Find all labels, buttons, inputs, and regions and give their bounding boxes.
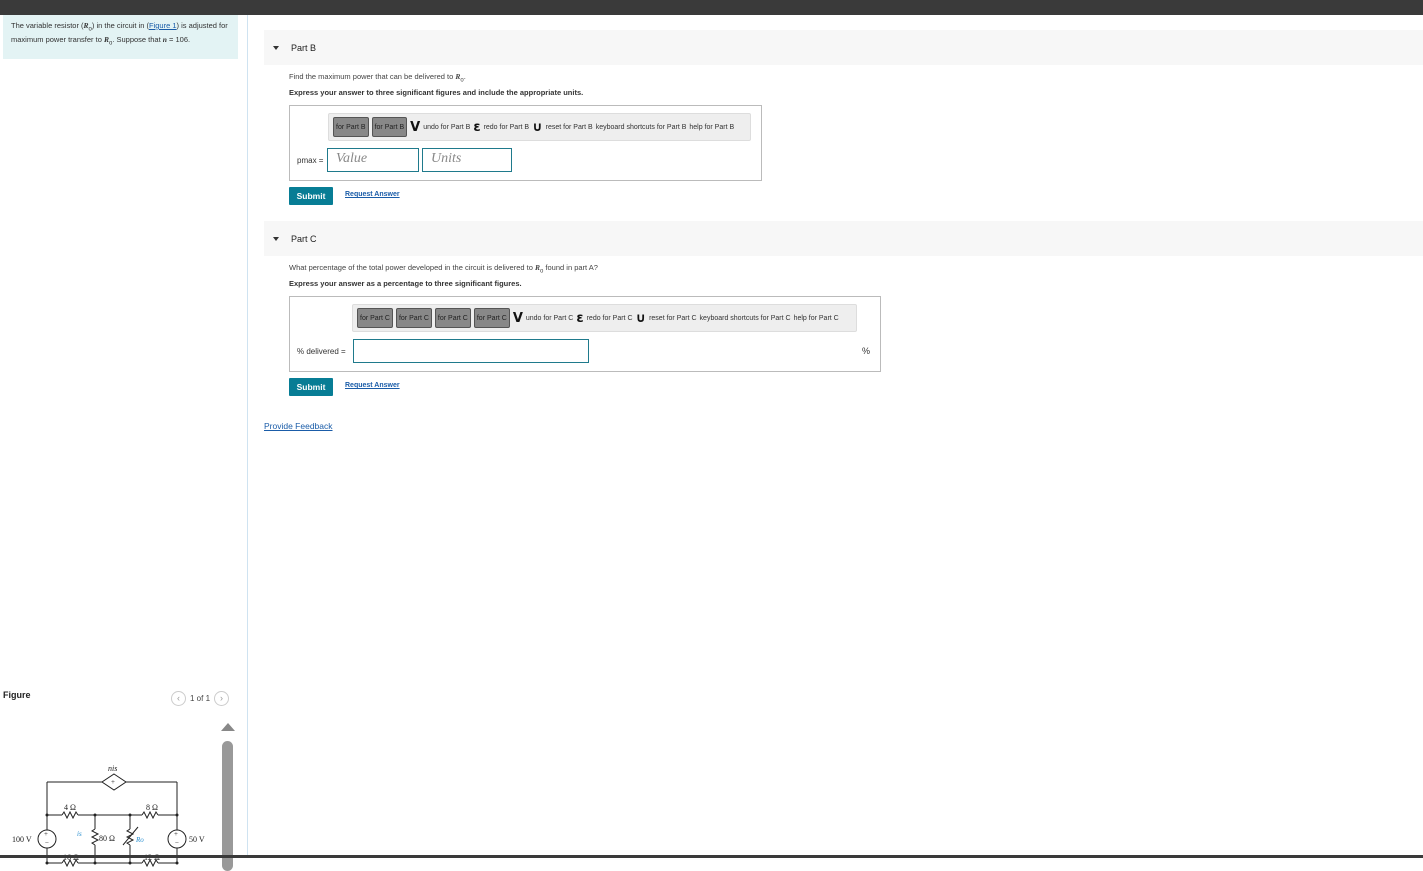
redo-button[interactable]: redo for Part C xyxy=(587,315,633,322)
reset-icon[interactable]: ∪ xyxy=(532,120,543,135)
figure-title: Figure xyxy=(3,690,31,700)
value-input[interactable]: Value xyxy=(327,148,419,172)
figure-pager: ‹ 1 of 1 › xyxy=(171,690,230,706)
prev-figure-button[interactable]: ‹ xyxy=(171,690,186,706)
svg-text:+: + xyxy=(111,778,115,786)
question-text: What percentage of the total power devel… xyxy=(289,263,535,272)
provide-feedback-link[interactable]: Provide Feedback xyxy=(264,421,333,431)
reset-button[interactable]: reset for Part C xyxy=(649,315,696,322)
figure-page-indicator: 1 of 1 xyxy=(190,693,211,703)
problem-text: ) in the circuit in ( xyxy=(91,21,149,30)
next-figure-button[interactable]: › xyxy=(214,690,230,706)
part-b-instruction: Express your answer to three significant… xyxy=(289,88,584,97)
svg-text:is: is xyxy=(77,830,82,838)
help-button[interactable]: help for Part C xyxy=(794,315,839,322)
part-b-answer-box: for Part B for Part B V undo for Part B … xyxy=(289,105,762,181)
part-c-instruction: Express your answer as a percentage to t… xyxy=(289,279,522,288)
svg-text:80 Ω: 80 Ω xyxy=(99,834,115,843)
svg-text:+: + xyxy=(174,830,178,838)
svg-text:4 Ω: 4 Ω xyxy=(64,803,76,812)
part-c-header[interactable]: Part C xyxy=(264,221,1423,256)
svg-text:−: − xyxy=(175,839,179,847)
part-b-question: Find the maximum power that can be deliv… xyxy=(289,72,466,84)
undo-icon[interactable]: V xyxy=(513,311,523,326)
question-text: Find the maximum power that can be deliv… xyxy=(289,72,456,81)
keyboard-shortcuts-button[interactable]: keyboard shortcuts for Part C xyxy=(700,315,791,322)
part-b-request-answer-link[interactable]: Request Answer xyxy=(345,191,400,198)
templates-button[interactable]: for Part C xyxy=(357,308,393,328)
n-value: = 106. xyxy=(166,34,191,44)
svg-text:8 Ω: 8 Ω xyxy=(146,803,158,812)
question-text: found in part A? xyxy=(543,263,598,272)
part-c-toolbar: for Part C for Part C for Part C for Par… xyxy=(352,304,857,332)
symbols-button[interactable]: for Part C xyxy=(395,308,432,328)
svg-text:−: − xyxy=(45,839,49,847)
scroll-up-icon[interactable] xyxy=(221,723,235,731)
redo-button[interactable]: redo for Part B xyxy=(484,124,530,131)
part-c-request-answer-link[interactable]: Request Answer xyxy=(345,382,400,389)
collapse-caret-icon[interactable] xyxy=(273,45,279,50)
problem-text: The variable resistor ( xyxy=(11,21,84,30)
collapse-caret-icon[interactable] xyxy=(273,236,279,241)
pmax-label: pmax = xyxy=(297,156,324,165)
units-input[interactable]: Units xyxy=(422,148,512,172)
redo-icon[interactable]: ε xyxy=(576,311,583,326)
part-c-answer-box: for Part C for Part C for Part C for Par… xyxy=(289,296,881,372)
svg-text:nis: nis xyxy=(108,764,117,773)
problem-text: . Suppose that xyxy=(112,34,163,44)
undo-button[interactable]: undo for Part B xyxy=(423,124,470,131)
keyboard-shortcuts-button[interactable]: keyboard shortcuts for Part B xyxy=(596,124,687,131)
part-b-header[interactable]: Part B xyxy=(264,30,1423,65)
undo-template-button[interactable]: for Part C xyxy=(434,308,471,328)
svg-text:100 V: 100 V xyxy=(12,835,32,844)
part-c-title: Part C xyxy=(291,233,317,244)
percent-unit: % xyxy=(862,346,871,356)
undo-button[interactable]: undo for Part C xyxy=(526,315,573,322)
figure-scrollbar[interactable] xyxy=(222,741,233,871)
svg-text:Ro: Ro xyxy=(135,836,144,844)
svg-text:50 V: 50 V xyxy=(189,835,205,844)
help-button[interactable]: help for Part B xyxy=(689,124,734,131)
top-bar xyxy=(0,0,1423,15)
left-panel: The variable resistor ( Ro ) in the circui… xyxy=(0,15,248,871)
part-b-toolbar: for Part B for Part B V undo for Part B … xyxy=(328,113,751,141)
svg-text:+: + xyxy=(44,830,48,838)
percent-delivered-input[interactable] xyxy=(353,339,589,363)
circuit-diagram: +− +− + nis 4 Ω 8 Ω 100 V is 80 Ω Ro 50 … xyxy=(12,764,205,868)
percent-delivered-label: % delivered = xyxy=(297,347,346,356)
reset-icon[interactable]: ∪ xyxy=(636,311,647,326)
part-c-submit-button[interactable]: Submit xyxy=(289,378,333,396)
templates-button[interactable]: for Part B xyxy=(333,117,369,137)
figure-link[interactable]: Figure 1 xyxy=(149,21,177,30)
undo-icon[interactable]: V xyxy=(410,120,420,135)
part-c-question: What percentage of the total power devel… xyxy=(289,263,598,275)
question-text: . xyxy=(463,72,466,81)
redo-icon[interactable]: ε xyxy=(473,120,480,135)
part-b-title: Part B xyxy=(291,42,317,53)
redo-template-button[interactable]: for Part C xyxy=(473,308,510,328)
problem-statement: The variable resistor (Ro) in the circui… xyxy=(3,15,238,59)
symbols-button[interactable]: for Part B xyxy=(371,117,408,137)
part-b-submit-button[interactable]: Submit xyxy=(289,187,333,205)
reset-button[interactable]: reset for Part B xyxy=(546,124,593,131)
